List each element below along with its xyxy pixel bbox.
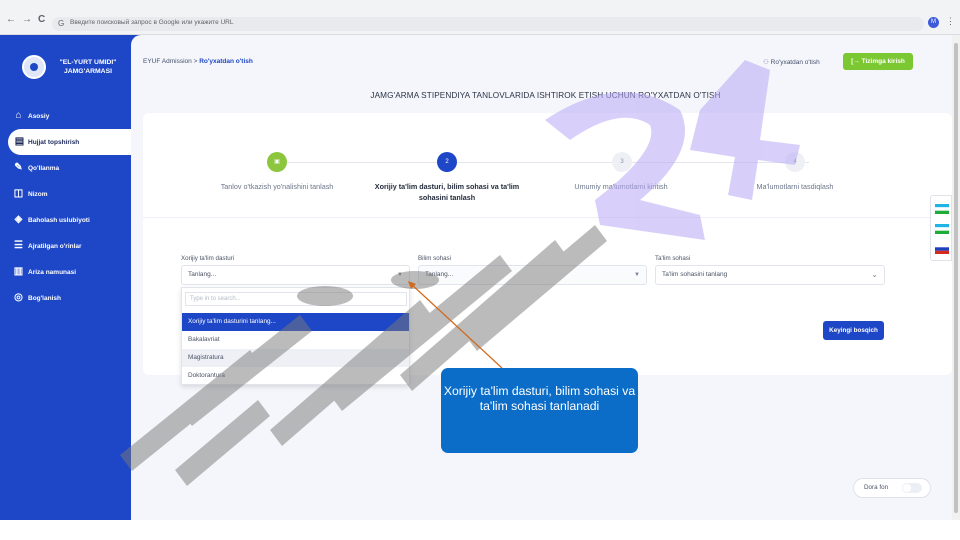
watermark-dot [391,271,439,289]
watermark-stroke [180,315,312,426]
bottom-bar [0,520,960,540]
watermark-dot [297,286,353,306]
watermark-digit-2 [545,92,705,240]
watermark-digit-4 [690,60,800,200]
watermark [120,60,800,486]
annotation-callout: Xorijiy ta'lim dasturi, bilim sohasi va … [441,368,638,453]
